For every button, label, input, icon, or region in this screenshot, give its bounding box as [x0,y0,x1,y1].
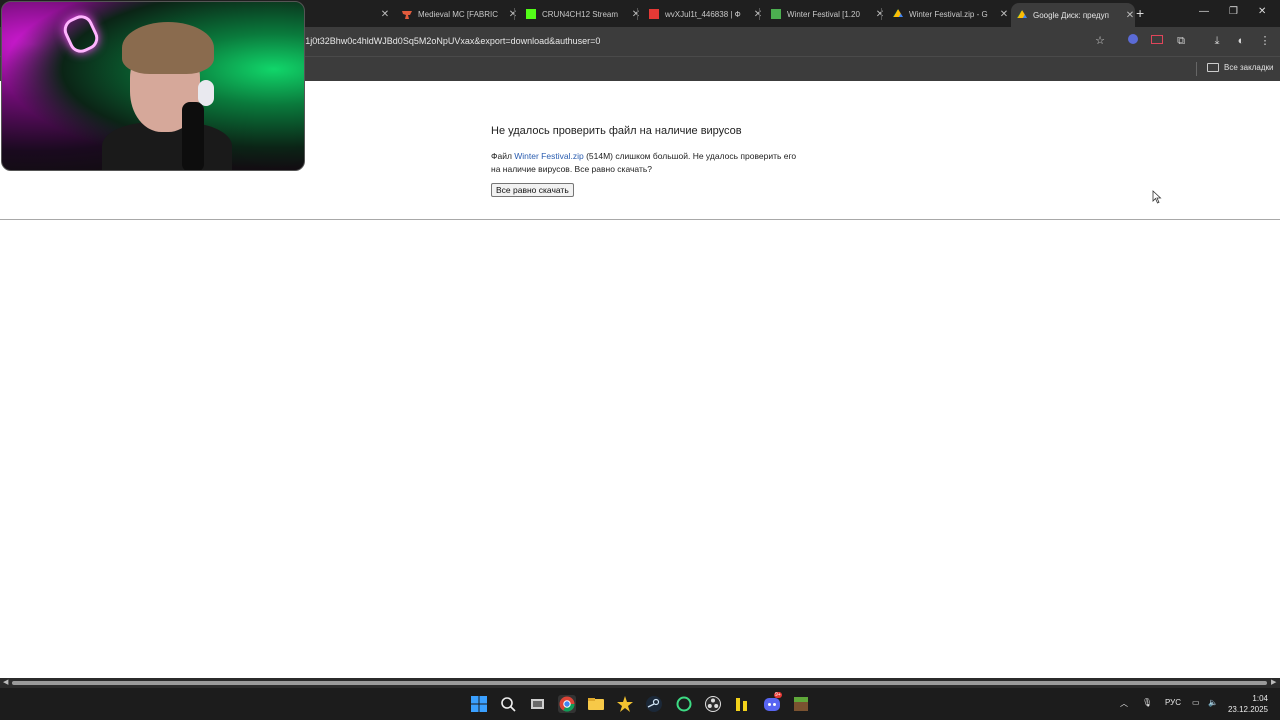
google-drive-icon [1017,10,1027,18]
restore-icon[interactable]: ❐ [1229,6,1238,17]
scroll-left-icon[interactable]: ◀ [3,678,8,688]
file-link[interactable]: Winter Festival.zip [514,151,583,161]
microphone-icon[interactable]: 🎙 [1142,698,1152,707]
close-icon[interactable]: ✕ [508,9,518,20]
discord-icon[interactable]: 9+ [763,692,782,713]
tab-divider [881,8,882,20]
tab-kick-stream[interactable]: CRUN4CH12 Stream ✕ [520,4,641,24]
system-clock[interactable]: 1:04 23.12.2025 [1226,693,1268,715]
scrollbar-thumb[interactable] [12,681,1267,685]
app-icon-yellow[interactable] [733,695,751,713]
microphone [182,102,204,170]
close-icon[interactable]: ✕ [1125,10,1135,21]
close-icon[interactable]: ✕ [875,9,885,20]
tab-title: Winter Festival.zip - G [909,9,988,19]
mouse-cursor-icon [1152,190,1162,204]
tab-title: CRUN4CH12 Stream [542,9,619,19]
tab-winter-festival-zip[interactable]: Winter Festival.zip - G ✕ [887,4,1009,24]
profile-icon[interactable]: ◐ [1234,34,1248,48]
headphones [198,80,214,106]
extensions-puzzle-icon[interactable]: ⧉ [1174,34,1188,48]
tab-title: wvXJul1t_446838 | Ф [665,9,741,19]
divider [0,219,1280,220]
minimize-icon[interactable]: — [1199,6,1209,17]
bookmark-star-icon[interactable]: ☆ [1093,34,1107,48]
steam-icon[interactable] [645,695,663,713]
network-icon[interactable]: ▭ [1192,698,1200,707]
streamer-hair [122,22,214,74]
menu-kebab-icon[interactable]: ⋮ [1258,34,1272,48]
tray-overflow-chevron-icon[interactable]: ︿ [1120,698,1128,709]
tab-divider [637,8,638,20]
download-icon[interactable]: ⤓ [1210,34,1224,48]
tab-title: Winter Festival [1.20 [787,9,860,19]
tab-winter-festival[interactable]: Winter Festival [1.20 ✕ [765,4,885,24]
all-bookmarks-button[interactable]: Все закладки [1207,63,1273,72]
tab-google-drive-active[interactable]: Google Диск: предуп ✕ [1011,3,1135,27]
app-icon-star[interactable] [616,695,634,713]
cast-extension-icon[interactable] [1150,34,1164,48]
kick-icon [526,9,536,19]
tab-image[interactable]: wvXJul1t_446838 | Ф ✕ [643,4,763,24]
tab-medieval-mc[interactable]: Medieval MC [FABRIC ✕ [396,4,518,24]
scroll-right-icon[interactable]: ▶ [1271,678,1276,688]
message-prefix: Файл [491,151,515,161]
image-icon [649,9,659,19]
minecraft-icon[interactable] [792,695,810,713]
search-icon[interactable] [499,695,517,713]
tab-divider [514,8,515,20]
volume-icon[interactable]: 🔈 [1208,698,1218,707]
close-icon[interactable]: ✕ [631,9,641,20]
folder-icon [1207,63,1219,72]
all-bookmarks-label: Все закладки [1224,63,1274,72]
taskbar: 9+ ︿ 🎙 РУС ▭ 🔈 1:04 23.12.2025 [0,688,1280,720]
clock-date: 23.12.2025 [1227,705,1268,714]
curseforge-icon [402,11,412,19]
close-icon[interactable]: ✕ [753,9,763,20]
tab-title: Medieval MC [FABRIC [418,9,499,19]
task-view-icon[interactable] [529,695,547,713]
tab-title: Google Диск: предуп [1033,10,1109,20]
chrome-icon[interactable] [558,695,576,713]
language-indicator[interactable]: РУС [1165,698,1181,707]
neon-sign [59,11,103,57]
bookmarks-divider [1196,62,1197,76]
download-anyway-button[interactable]: Все равно скачать [491,183,574,197]
windows-start-icon[interactable] [470,695,488,713]
notification-badge: 9+ [774,692,782,698]
warning-message: Файл Winter Festival.zip (514M) слишком … [491,150,801,176]
horizontal-scrollbar[interactable]: ◀ ▶ [0,678,1280,688]
tab-partial[interactable]: ✕ [305,4,390,24]
close-icon[interactable]: ✕ [380,9,390,20]
google-drive-icon [893,9,903,17]
close-window-icon[interactable]: ✕ [1258,6,1266,17]
address-bar[interactable]: =1j0t32Bhw0c4hldWJBd0Sq5M2oNpUVxax&expor… [300,27,600,56]
tab-divider [759,8,760,20]
app-icon-green-circle[interactable] [675,695,693,713]
webcam-overlay [1,1,305,171]
minecraft-icon [771,9,781,19]
new-tab-button[interactable]: + [1136,5,1144,21]
clock-time: 1:04 [1252,694,1268,703]
file-explorer-icon[interactable] [587,695,605,713]
obs-icon[interactable] [704,695,722,713]
profile-extension-icon[interactable] [1126,34,1140,48]
close-icon[interactable]: ✕ [999,9,1009,20]
page-title: Не удалось проверить файл на наличие вир… [491,125,742,137]
